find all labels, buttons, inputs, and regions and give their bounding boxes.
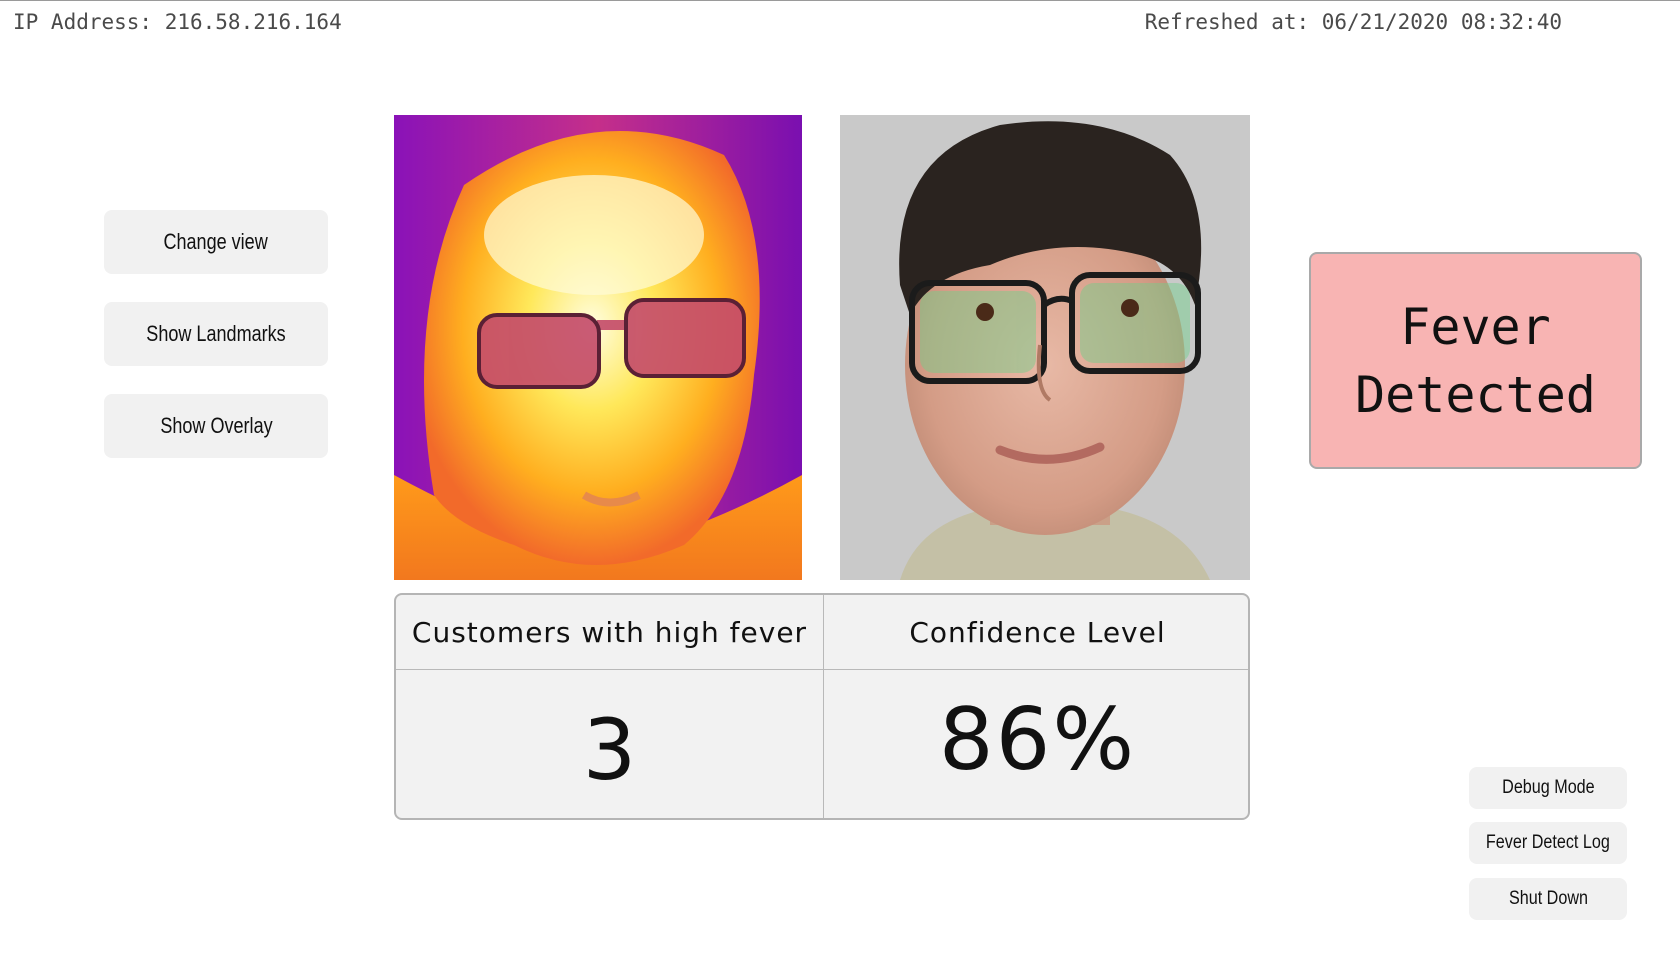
change-view-button[interactable]: Change view [104, 210, 328, 274]
show-landmarks-label: Show Landmarks [146, 321, 286, 346]
rgb-face-graphic [840, 115, 1250, 580]
shut-down-label: Shut Down [1508, 888, 1588, 909]
alert-line-2: Detected [1355, 365, 1596, 424]
thermal-face-graphic [394, 115, 802, 580]
high-fever-count: 3 [582, 701, 637, 799]
fever-detect-log-label: Fever Detect Log [1486, 832, 1610, 853]
high-fever-label: Customers with high fever [411, 615, 808, 649]
show-overlay-button[interactable]: Show Overlay [104, 394, 328, 458]
ip-address: IP Address: 216.58.216.164 [13, 10, 342, 34]
fever-alert-badge: Fever Detected [1309, 252, 1642, 469]
shut-down-button[interactable]: Shut Down [1469, 878, 1627, 920]
alert-line-1: Fever [1400, 297, 1551, 356]
show-landmarks-button[interactable]: Show Landmarks [104, 302, 328, 366]
rgb-camera-image [840, 115, 1250, 580]
debug-mode-label: Debug Mode [1501, 777, 1595, 798]
refreshed-timestamp: Refreshed at: 06/21/2020 08:32:40 [1144, 10, 1562, 34]
confidence-label: Confidence Level [909, 615, 1166, 649]
top-divider [0, 0, 1680, 1]
stats-panel: Customers with high fever Confidence Lev… [394, 593, 1250, 820]
thermal-camera-image [394, 115, 802, 580]
debug-mode-button[interactable]: Debug Mode [1469, 767, 1627, 809]
fever-detect-log-button[interactable]: Fever Detect Log [1469, 822, 1627, 864]
confidence-value: 86% [938, 690, 1137, 790]
change-view-label: Change view [163, 229, 269, 254]
show-overlay-label: Show Overlay [159, 413, 273, 438]
